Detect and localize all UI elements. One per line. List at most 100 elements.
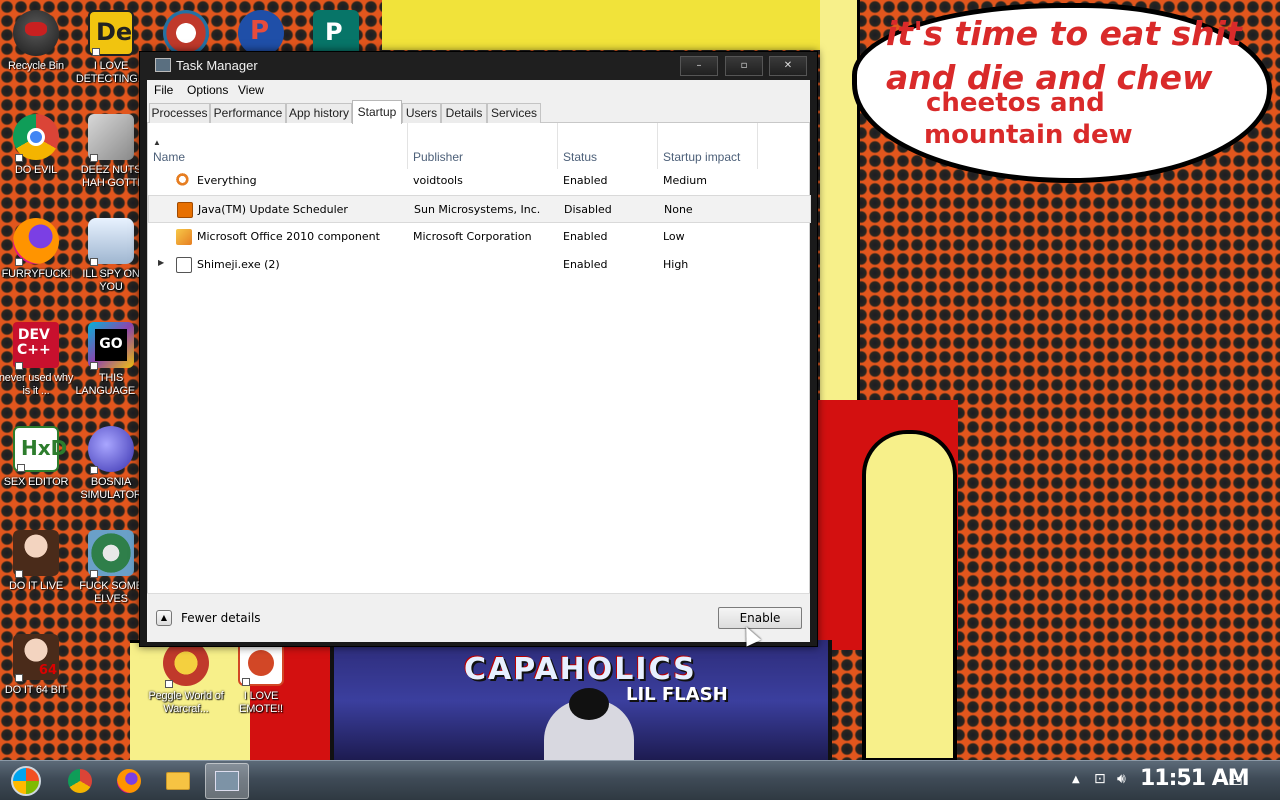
task-manager-window: Task Manager – ▫ ✕ File Options View Pro… bbox=[139, 51, 818, 647]
desktop-icon-goland[interactable]: GO THIS LANGUAGE ... bbox=[73, 322, 149, 398]
column-header-status[interactable]: Status bbox=[558, 123, 658, 169]
application-window-icon bbox=[176, 257, 192, 273]
tab-bar: Processes Performance App history Startu… bbox=[147, 100, 810, 124]
hxd-icon: HxD bbox=[13, 426, 67, 472]
network-icon[interactable]: ⊡ bbox=[1094, 771, 1106, 787]
everything-search-icon bbox=[176, 173, 192, 189]
tab-users[interactable]: Users bbox=[402, 103, 441, 123]
row-status: Enabled bbox=[563, 230, 608, 243]
row-name: Java(TM) Update Scheduler bbox=[198, 203, 348, 216]
java-icon bbox=[177, 202, 193, 218]
taskbar-file-explorer[interactable] bbox=[156, 763, 200, 799]
show-hidden-icons-icon[interactable]: ▲ bbox=[1072, 774, 1080, 785]
folder-icon bbox=[166, 772, 190, 790]
menu-file[interactable]: File bbox=[154, 83, 173, 97]
table-row[interactable]: Microsoft Office 2010 component Microsof… bbox=[148, 223, 811, 251]
publisher-icon: P bbox=[313, 10, 359, 56]
goland-icon: GO bbox=[88, 322, 134, 370]
desktop-icon-hidden-2[interactable]: P bbox=[223, 10, 299, 56]
recycle-bin-icon bbox=[13, 10, 59, 56]
close-button[interactable]: ✕ bbox=[769, 56, 807, 76]
taskbar-chrome[interactable] bbox=[58, 763, 102, 799]
wallpaper-hair bbox=[382, 0, 852, 50]
title-bar[interactable]: Task Manager – ▫ ✕ bbox=[140, 52, 817, 80]
row-publisher: Microsoft Corporation bbox=[413, 230, 532, 243]
chrome-icon bbox=[13, 114, 59, 162]
row-status: Disabled bbox=[564, 203, 612, 216]
column-header-startup-impact[interactable]: Startup impact bbox=[658, 123, 758, 169]
column-header-name[interactable]: ▲ Name bbox=[148, 123, 408, 169]
menu-options[interactable]: Options bbox=[187, 83, 228, 97]
row-publisher: Sun Microsystems, Inc. bbox=[414, 203, 541, 216]
album-title: CAPAHOLICS bbox=[464, 652, 697, 687]
desktop-icon-deez-nuts[interactable]: DEEZ NUTS HAH GOTTI bbox=[73, 114, 149, 190]
devcpp-icon: DEV C++ bbox=[13, 322, 59, 370]
taskbar-task-manager[interactable] bbox=[205, 763, 249, 799]
bottom-bar: ▲ Fewer details Enable bbox=[147, 593, 810, 642]
webcam-icon bbox=[88, 218, 134, 266]
table-row-selected[interactable]: Java(TM) Update Scheduler Sun Microsyste… bbox=[148, 195, 811, 223]
desktop-icon-chrome[interactable]: DO EVIL bbox=[0, 114, 74, 177]
tab-startup[interactable]: Startup bbox=[352, 100, 402, 124]
minimize-button[interactable]: – bbox=[680, 56, 718, 76]
desktop-icon-peggle[interactable]: Peggle World of Warcraf... bbox=[148, 640, 224, 716]
row-publisher: voidtools bbox=[413, 174, 463, 187]
tab-services[interactable]: Services bbox=[487, 103, 541, 123]
startup-list: ▲ Name Publisher Status Startup impact E… bbox=[147, 123, 811, 593]
desktop-icon-firefox[interactable]: FURRYFUCK! bbox=[0, 218, 74, 281]
row-impact: Low bbox=[663, 230, 685, 243]
collapse-up-icon[interactable]: ▲ bbox=[156, 610, 172, 626]
row-status: Enabled bbox=[563, 258, 608, 271]
desktop-icon-elves[interactable]: FUCK SOME ELVES bbox=[73, 530, 149, 606]
desktop-icon-dreamweaver[interactable]: De I LOVE DETECTING... bbox=[73, 10, 149, 86]
tab-processes[interactable]: Processes bbox=[149, 103, 210, 123]
expand-arrow-icon[interactable]: ▶ bbox=[158, 258, 164, 267]
fewer-details-link[interactable]: Fewer details bbox=[181, 611, 261, 625]
tab-performance[interactable]: Performance bbox=[210, 103, 286, 123]
desktop-icon-bosnia[interactable]: BOSNIA SIMULATOR bbox=[73, 426, 149, 502]
album-figure-head bbox=[569, 688, 609, 720]
portrait-icon bbox=[13, 530, 59, 578]
elf-game-icon bbox=[88, 530, 134, 578]
notifications-icon[interactable]: ▭ bbox=[1228, 771, 1243, 790]
desktop-icon-devcpp[interactable]: DEV C++ never used why is it ... bbox=[0, 322, 74, 398]
desktop-icon-do-it-live[interactable]: DO IT LIVE bbox=[0, 530, 74, 593]
firefox-icon bbox=[117, 769, 141, 793]
row-impact: High bbox=[663, 258, 689, 271]
table-row[interactable]: ▶ Shimeji.exe (2) Enabled High bbox=[148, 251, 811, 279]
enable-button[interactable]: Enable bbox=[718, 607, 802, 629]
desktop-icon-hidden-3[interactable]: P bbox=[298, 10, 374, 56]
window-title: Task Manager bbox=[176, 58, 258, 73]
task-manager-icon bbox=[215, 771, 239, 791]
taskbar: ▲ ⊡ 🔊︎ 11:51 AM ▭ bbox=[0, 760, 1280, 800]
column-header-publisher[interactable]: Publisher bbox=[408, 123, 558, 169]
hidden-app-icon-2: P bbox=[238, 10, 284, 56]
album-cover: CAPAHOLICS LIL FLASH bbox=[330, 640, 832, 762]
desktop-icon-spy[interactable]: ILL SPY ON YOU bbox=[73, 218, 149, 294]
desktop-icon-emote[interactable]: I LOVE EMOTE!! bbox=[223, 640, 299, 716]
windows-logo-icon bbox=[11, 766, 41, 796]
desktop-icon-hxd[interactable]: HxD SEX EDITOR bbox=[0, 426, 74, 489]
row-name: Shimeji.exe (2) bbox=[197, 258, 280, 271]
menu-view[interactable]: View bbox=[238, 83, 264, 97]
volume-icon[interactable]: 🔊︎ bbox=[1117, 771, 1126, 787]
table-row[interactable]: Everything voidtools Enabled Medium bbox=[148, 167, 811, 195]
chrome-icon bbox=[68, 769, 92, 793]
firefox-icon bbox=[13, 218, 59, 266]
tab-details[interactable]: Details bbox=[441, 103, 487, 123]
desktop-icon-hidden-1[interactable] bbox=[148, 10, 224, 56]
tab-app-history[interactable]: App history bbox=[286, 103, 352, 123]
speech-line-1: it's time to eat shit bbox=[886, 14, 1242, 53]
wallpaper-hand bbox=[862, 430, 957, 762]
row-impact: Medium bbox=[663, 174, 707, 187]
desktop-icon-recycle-bin[interactable]: Recycle Bin bbox=[0, 10, 74, 73]
maximize-button[interactable]: ▫ bbox=[725, 56, 763, 76]
start-button[interactable] bbox=[4, 763, 48, 799]
row-name: Microsoft Office 2010 component bbox=[197, 230, 380, 243]
row-impact: None bbox=[664, 203, 693, 216]
dreamweaver-icon: De bbox=[88, 10, 134, 56]
portrait-64-icon: 64 bbox=[13, 634, 59, 682]
taskbar-firefox[interactable] bbox=[107, 763, 151, 799]
speech-line-3: cheetos and bbox=[926, 88, 1105, 118]
desktop-icon-do-it-64[interactable]: 64 DO IT 64 BIT bbox=[0, 634, 74, 697]
